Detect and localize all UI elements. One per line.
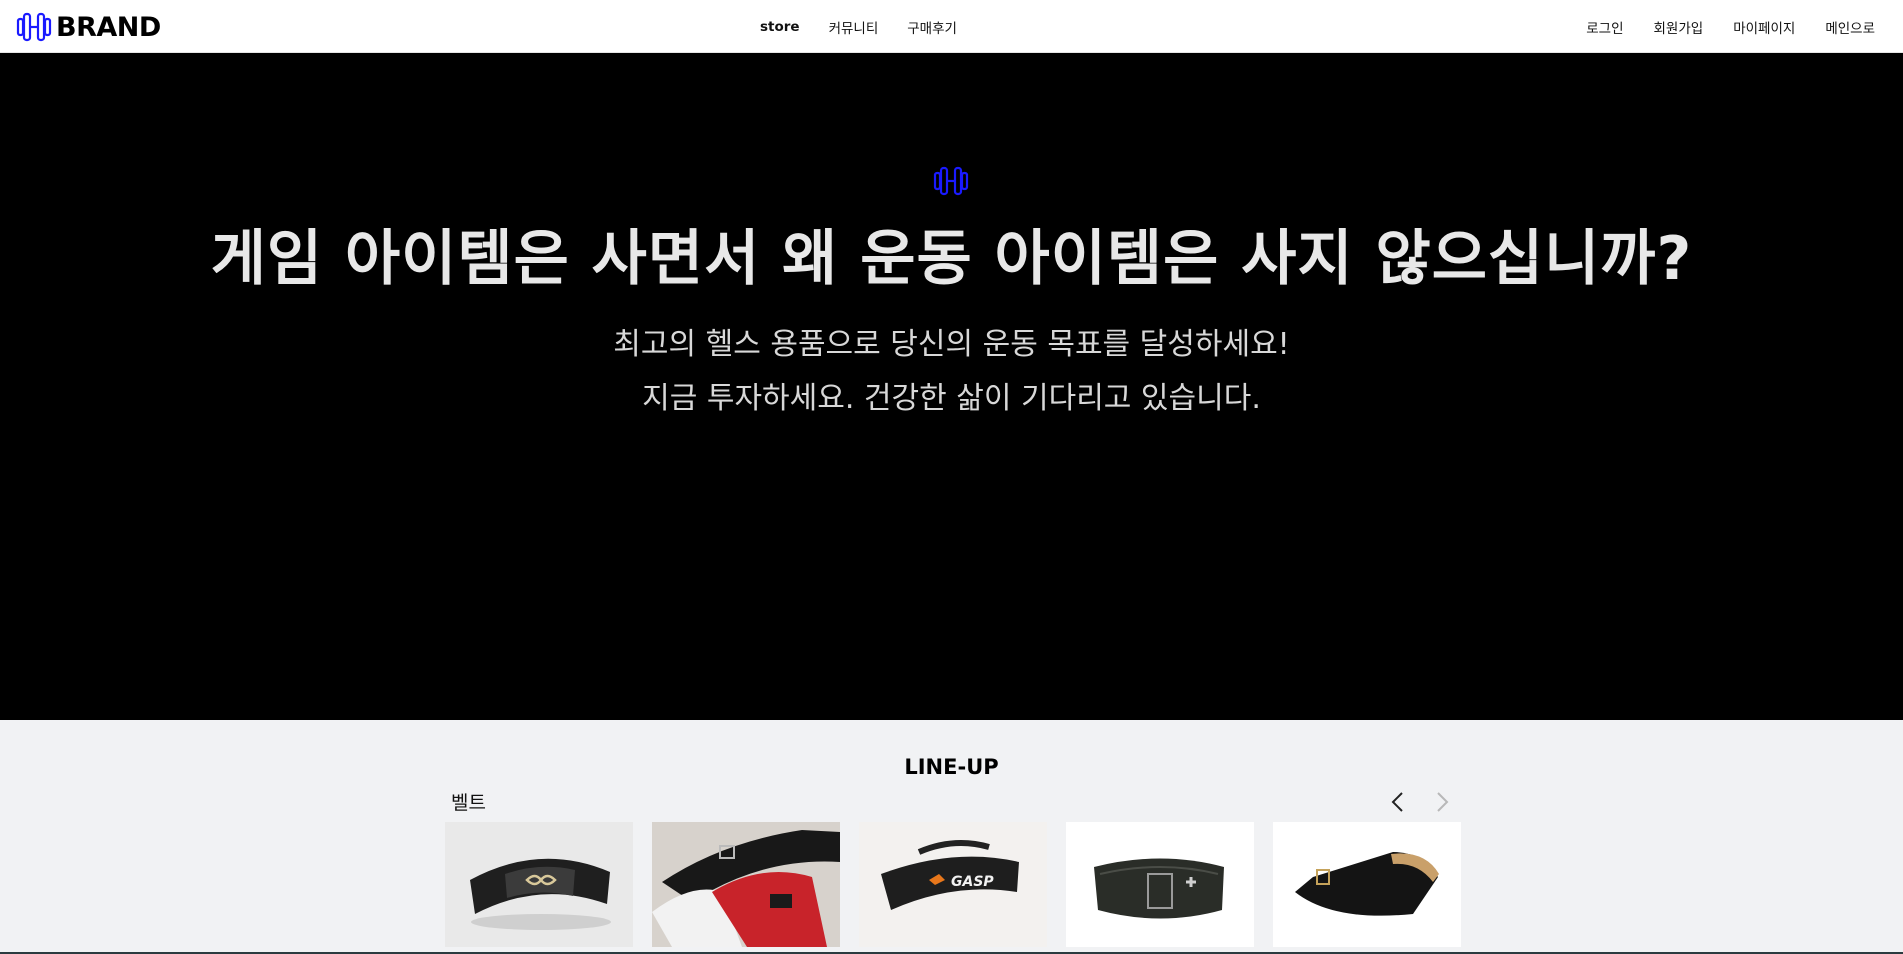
svg-text:GASP: GASP [951,874,994,890]
product-card[interactable] [1066,822,1254,947]
hero-section: 게임 아이템은 사면서 왜 운동 아이템은 사지 않으십니까? 최고의 헬스 용… [0,53,1903,720]
site-header: BRAND store 커뮤니티 구매후기 로그인 회원가입 마이페이지 메인으… [0,0,1903,53]
nav-store[interactable]: store [760,19,800,35]
lineup-section: LINE-UP 벨트 GASP [0,720,1903,954]
hero-subtitle: 최고의 헬스 용품으로 당신의 운동 목표를 달성하세요! 지금 투자하세요. … [0,318,1903,426]
nav-signup[interactable]: 회원가입 [1654,17,1704,37]
main-nav: store 커뮤니티 구매후기 [760,0,957,53]
category-label: 벨트 [451,792,486,814]
hero-subtitle-line2: 지금 투자하세요. 건강한 삶이 기다리고 있습니다. [642,381,1261,416]
user-nav: 로그인 회원가입 마이페이지 메인으로 [1586,0,1875,53]
product-card[interactable] [652,822,840,947]
nav-login[interactable]: 로그인 [1586,17,1623,37]
nav-main[interactable]: 메인으로 [1825,17,1875,37]
hero-subtitle-line1: 최고의 헬스 용품으로 당신의 운동 목표를 달성하세요! [613,327,1290,362]
brand-name: BRAND [56,11,161,43]
belt-product-image [1273,822,1461,947]
belt-product-image [652,822,840,947]
product-card[interactable] [1273,822,1461,947]
dumbbell-icon [933,166,969,196]
product-card[interactable] [445,822,633,947]
belt-product-image: GASP [859,822,1047,947]
nav-mypage[interactable]: 마이페이지 [1733,17,1795,37]
chevron-left-icon[interactable] [1388,790,1408,814]
belt-product-image [1066,822,1254,947]
nav-reviews[interactable]: 구매후기 [907,17,957,37]
product-carousel: GASP [445,822,1461,947]
product-card[interactable]: GASP [859,822,1047,947]
lineup-title: LINE-UP [904,755,999,779]
brand-logo[interactable]: BRAND [16,10,161,44]
chevron-right-icon[interactable] [1432,790,1452,814]
hero-title: 게임 아이템은 사면서 왜 운동 아이템은 사지 않으십니까? [210,224,1693,294]
nav-community[interactable]: 커뮤니티 [829,17,879,37]
dumbbell-icon [16,12,52,42]
belt-product-image [445,822,633,947]
